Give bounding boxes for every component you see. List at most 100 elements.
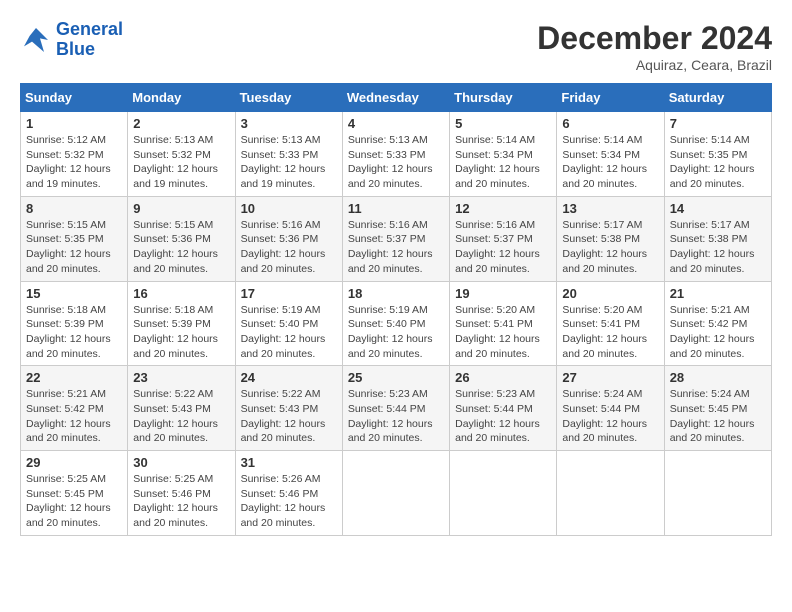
header-tuesday: Tuesday [235, 84, 342, 112]
day-info: Sunrise: 5:16 AM Sunset: 5:37 PM Dayligh… [455, 218, 551, 277]
table-row: 11 Sunrise: 5:16 AM Sunset: 5:37 PM Dayl… [342, 196, 449, 281]
day-info: Sunrise: 5:18 AM Sunset: 5:39 PM Dayligh… [133, 303, 229, 362]
day-info: Sunrise: 5:24 AM Sunset: 5:44 PM Dayligh… [562, 387, 658, 446]
table-row: 25 Sunrise: 5:23 AM Sunset: 5:44 PM Dayl… [342, 366, 449, 451]
day-number: 15 [26, 286, 122, 301]
table-row: 8 Sunrise: 5:15 AM Sunset: 5:35 PM Dayli… [21, 196, 128, 281]
day-info: Sunrise: 5:25 AM Sunset: 5:45 PM Dayligh… [26, 472, 122, 531]
table-row: 26 Sunrise: 5:23 AM Sunset: 5:44 PM Dayl… [450, 366, 557, 451]
day-info: Sunrise: 5:21 AM Sunset: 5:42 PM Dayligh… [26, 387, 122, 446]
table-row [342, 451, 449, 536]
day-number: 23 [133, 370, 229, 385]
calendar-week-2: 8 Sunrise: 5:15 AM Sunset: 5:35 PM Dayli… [21, 196, 772, 281]
table-row: 3 Sunrise: 5:13 AM Sunset: 5:33 PM Dayli… [235, 112, 342, 197]
table-row: 24 Sunrise: 5:22 AM Sunset: 5:43 PM Dayl… [235, 366, 342, 451]
day-number: 14 [670, 201, 766, 216]
day-number: 29 [26, 455, 122, 470]
table-row [664, 451, 771, 536]
table-row: 10 Sunrise: 5:16 AM Sunset: 5:36 PM Dayl… [235, 196, 342, 281]
table-row: 12 Sunrise: 5:16 AM Sunset: 5:37 PM Dayl… [450, 196, 557, 281]
day-number: 6 [562, 116, 658, 131]
header-saturday: Saturday [664, 84, 771, 112]
header-thursday: Thursday [450, 84, 557, 112]
table-row: 31 Sunrise: 5:26 AM Sunset: 5:46 PM Dayl… [235, 451, 342, 536]
logo-text: General Blue [56, 20, 123, 60]
table-row: 2 Sunrise: 5:13 AM Sunset: 5:32 PM Dayli… [128, 112, 235, 197]
day-number: 12 [455, 201, 551, 216]
day-number: 7 [670, 116, 766, 131]
day-info: Sunrise: 5:16 AM Sunset: 5:37 PM Dayligh… [348, 218, 444, 277]
day-number: 17 [241, 286, 337, 301]
page-header: General Blue December 2024 Aquiraz, Cear… [20, 20, 772, 73]
calendar-week-1: 1 Sunrise: 5:12 AM Sunset: 5:32 PM Dayli… [21, 112, 772, 197]
day-info: Sunrise: 5:13 AM Sunset: 5:33 PM Dayligh… [241, 133, 337, 192]
day-info: Sunrise: 5:23 AM Sunset: 5:44 PM Dayligh… [348, 387, 444, 446]
table-row: 27 Sunrise: 5:24 AM Sunset: 5:44 PM Dayl… [557, 366, 664, 451]
day-number: 31 [241, 455, 337, 470]
day-info: Sunrise: 5:15 AM Sunset: 5:36 PM Dayligh… [133, 218, 229, 277]
calendar-header-row: Sunday Monday Tuesday Wednesday Thursday… [21, 84, 772, 112]
day-info: Sunrise: 5:22 AM Sunset: 5:43 PM Dayligh… [133, 387, 229, 446]
table-row: 19 Sunrise: 5:20 AM Sunset: 5:41 PM Dayl… [450, 281, 557, 366]
logo-icon [20, 24, 52, 56]
day-info: Sunrise: 5:21 AM Sunset: 5:42 PM Dayligh… [670, 303, 766, 362]
header-sunday: Sunday [21, 84, 128, 112]
table-row [557, 451, 664, 536]
day-number: 24 [241, 370, 337, 385]
table-row: 13 Sunrise: 5:17 AM Sunset: 5:38 PM Dayl… [557, 196, 664, 281]
day-info: Sunrise: 5:13 AM Sunset: 5:33 PM Dayligh… [348, 133, 444, 192]
calendar-week-4: 22 Sunrise: 5:21 AM Sunset: 5:42 PM Dayl… [21, 366, 772, 451]
day-number: 27 [562, 370, 658, 385]
day-number: 18 [348, 286, 444, 301]
day-info: Sunrise: 5:23 AM Sunset: 5:44 PM Dayligh… [455, 387, 551, 446]
location: Aquiraz, Ceara, Brazil [537, 57, 772, 73]
table-row: 16 Sunrise: 5:18 AM Sunset: 5:39 PM Dayl… [128, 281, 235, 366]
table-row: 20 Sunrise: 5:20 AM Sunset: 5:41 PM Dayl… [557, 281, 664, 366]
table-row: 7 Sunrise: 5:14 AM Sunset: 5:35 PM Dayli… [664, 112, 771, 197]
day-info: Sunrise: 5:26 AM Sunset: 5:46 PM Dayligh… [241, 472, 337, 531]
day-number: 11 [348, 201, 444, 216]
title-section: December 2024 Aquiraz, Ceara, Brazil [537, 20, 772, 73]
logo: General Blue [20, 20, 123, 60]
table-row: 23 Sunrise: 5:22 AM Sunset: 5:43 PM Dayl… [128, 366, 235, 451]
table-row: 9 Sunrise: 5:15 AM Sunset: 5:36 PM Dayli… [128, 196, 235, 281]
day-info: Sunrise: 5:14 AM Sunset: 5:34 PM Dayligh… [455, 133, 551, 192]
day-info: Sunrise: 5:12 AM Sunset: 5:32 PM Dayligh… [26, 133, 122, 192]
header-wednesday: Wednesday [342, 84, 449, 112]
table-row: 14 Sunrise: 5:17 AM Sunset: 5:38 PM Dayl… [664, 196, 771, 281]
table-row: 30 Sunrise: 5:25 AM Sunset: 5:46 PM Dayl… [128, 451, 235, 536]
day-info: Sunrise: 5:13 AM Sunset: 5:32 PM Dayligh… [133, 133, 229, 192]
day-number: 8 [26, 201, 122, 216]
day-number: 19 [455, 286, 551, 301]
day-number: 9 [133, 201, 229, 216]
day-info: Sunrise: 5:24 AM Sunset: 5:45 PM Dayligh… [670, 387, 766, 446]
calendar-table: Sunday Monday Tuesday Wednesday Thursday… [20, 83, 772, 536]
table-row: 29 Sunrise: 5:25 AM Sunset: 5:45 PM Dayl… [21, 451, 128, 536]
table-row: 22 Sunrise: 5:21 AM Sunset: 5:42 PM Dayl… [21, 366, 128, 451]
day-number: 13 [562, 201, 658, 216]
day-info: Sunrise: 5:15 AM Sunset: 5:35 PM Dayligh… [26, 218, 122, 277]
day-info: Sunrise: 5:18 AM Sunset: 5:39 PM Dayligh… [26, 303, 122, 362]
table-row [450, 451, 557, 536]
day-number: 22 [26, 370, 122, 385]
day-info: Sunrise: 5:17 AM Sunset: 5:38 PM Dayligh… [670, 218, 766, 277]
day-info: Sunrise: 5:19 AM Sunset: 5:40 PM Dayligh… [241, 303, 337, 362]
day-number: 16 [133, 286, 229, 301]
table-row: 18 Sunrise: 5:19 AM Sunset: 5:40 PM Dayl… [342, 281, 449, 366]
table-row: 28 Sunrise: 5:24 AM Sunset: 5:45 PM Dayl… [664, 366, 771, 451]
day-number: 10 [241, 201, 337, 216]
table-row: 17 Sunrise: 5:19 AM Sunset: 5:40 PM Dayl… [235, 281, 342, 366]
day-number: 2 [133, 116, 229, 131]
day-number: 3 [241, 116, 337, 131]
day-number: 25 [348, 370, 444, 385]
day-number: 30 [133, 455, 229, 470]
day-number: 4 [348, 116, 444, 131]
day-number: 21 [670, 286, 766, 301]
table-row: 4 Sunrise: 5:13 AM Sunset: 5:33 PM Dayli… [342, 112, 449, 197]
day-info: Sunrise: 5:14 AM Sunset: 5:35 PM Dayligh… [670, 133, 766, 192]
day-info: Sunrise: 5:20 AM Sunset: 5:41 PM Dayligh… [562, 303, 658, 362]
day-info: Sunrise: 5:14 AM Sunset: 5:34 PM Dayligh… [562, 133, 658, 192]
header-friday: Friday [557, 84, 664, 112]
day-info: Sunrise: 5:22 AM Sunset: 5:43 PM Dayligh… [241, 387, 337, 446]
day-info: Sunrise: 5:20 AM Sunset: 5:41 PM Dayligh… [455, 303, 551, 362]
